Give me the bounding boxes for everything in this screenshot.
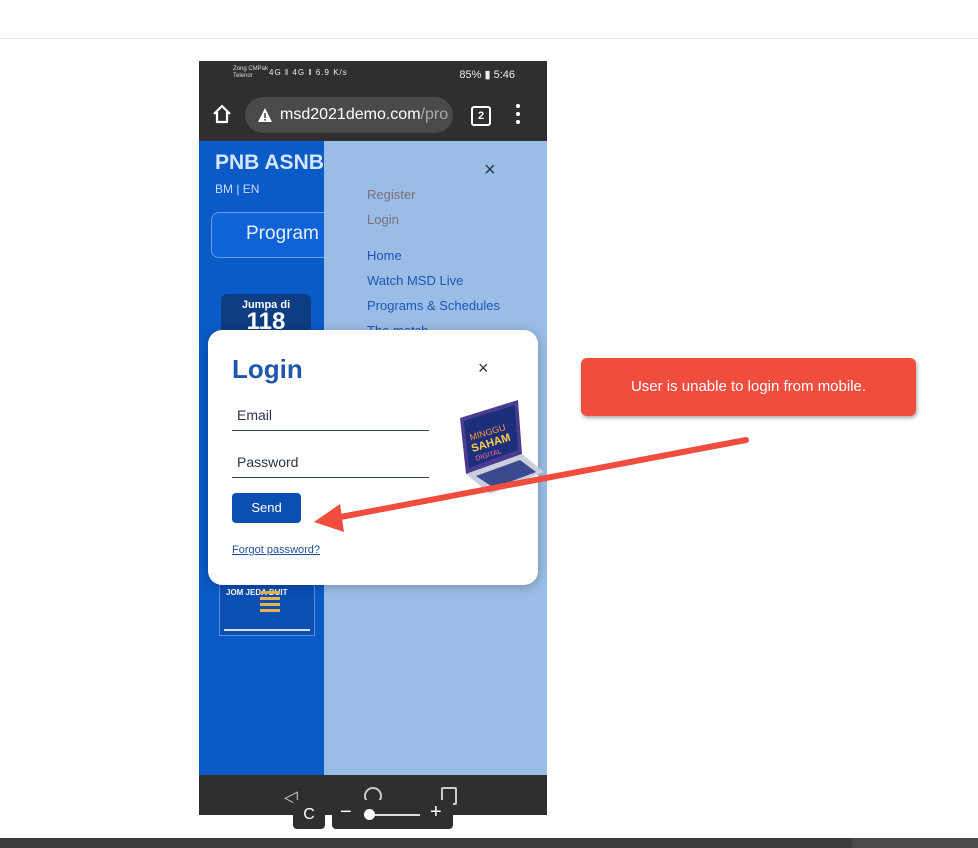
bottom-bar: [0, 838, 978, 848]
warning-icon: [258, 108, 272, 122]
carrier-info: Zong CMPak Telenor: [233, 66, 268, 80]
program-button[interactable]: Program: [211, 212, 324, 258]
browser-toolbar: msd2021demo.com/pro 2: [199, 89, 547, 141]
carrier-name-2: Telenor: [233, 73, 253, 79]
login-modal: Login × Email Password Send Forgot passw…: [208, 330, 544, 585]
email-field[interactable]: Email: [237, 407, 272, 423]
send-button[interactable]: Send: [232, 493, 301, 523]
refresh-button[interactable]: C: [293, 800, 325, 829]
drawer-item-register[interactable]: Register: [367, 187, 415, 202]
url-path: /pro: [420, 106, 449, 123]
tab-switcher-button[interactable]: 2: [471, 106, 491, 126]
status-bar: Zong CMPak Telenor 4G ‖ 4G ‖ 6.9 K/s 85%…: [199, 61, 547, 89]
drawer-item-watch-live[interactable]: Watch MSD Live: [367, 273, 463, 288]
viewer-controls: C − +: [293, 800, 453, 829]
drawer-item-login[interactable]: Login: [367, 212, 399, 227]
drawer-item-programs[interactable]: Programs & Schedules: [367, 298, 500, 313]
language-switch[interactable]: BM | EN: [215, 182, 259, 196]
password-underline: [232, 477, 429, 478]
login-title: Login: [232, 354, 303, 384]
network-speed: 6.9 K/s: [315, 68, 348, 77]
email-underline: [232, 430, 429, 431]
site-brand: PNB ASNB: [215, 151, 324, 174]
poster-bars: [260, 591, 280, 615]
zoom-slider-thumb[interactable]: [364, 809, 375, 820]
drawer-close-icon[interactable]: ×: [484, 159, 496, 182]
password-field[interactable]: Password: [237, 454, 298, 470]
home-icon[interactable]: [211, 103, 233, 125]
top-divider: [0, 38, 978, 39]
login-close-icon[interactable]: ×: [478, 358, 489, 379]
url-text: msd2021demo.com/pro: [280, 106, 448, 124]
battery-clock: 85% ▮ 5:46: [459, 69, 515, 81]
carrier-name-1: Zong CMPak: [233, 66, 269, 72]
signal-icons: 4G ‖ 4G ‖ 6.9 K/s: [269, 68, 348, 77]
program-button-label: Program: [246, 223, 319, 244]
address-bar[interactable]: msd2021demo.com/pro: [245, 97, 453, 133]
promo-poster: JOM JEDA DUIT: [219, 584, 315, 636]
signal-text: 4G ‖ 4G ‖: [269, 68, 313, 77]
annotation-callout: User is unable to login from mobile.: [581, 358, 916, 416]
overflow-menu-icon[interactable]: [516, 104, 520, 124]
forgot-password-link[interactable]: Forgot password?: [232, 544, 320, 556]
drawer-item-home[interactable]: Home: [367, 248, 402, 263]
zoom-out-button[interactable]: −: [340, 801, 352, 824]
laptop-illustration: MINGGU SAHAM DIGITAL: [460, 400, 544, 494]
poster-line: [224, 629, 310, 631]
bottom-bar-segment: [852, 838, 978, 848]
zoom-control: − +: [332, 800, 453, 829]
url-domain: msd2021demo.com: [280, 106, 421, 123]
zoom-in-button[interactable]: +: [430, 801, 442, 824]
